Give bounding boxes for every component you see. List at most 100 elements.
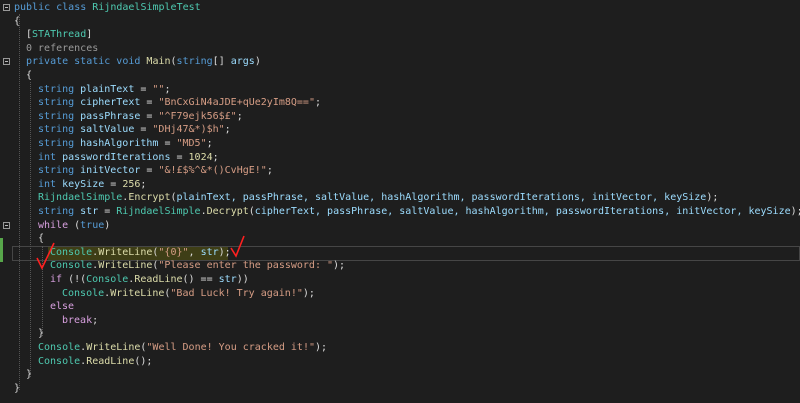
- code-token: }: [38, 328, 45, 340]
- collapse-toggle-icon[interactable]: [3, 4, 10, 11]
- code-token: =: [158, 138, 177, 149]
- code-line[interactable]: Console.WriteLine("Well Done! You cracke…: [0, 341, 800, 355]
- code-token: ,: [188, 246, 201, 258]
- code-line[interactable]: 0 references: [0, 42, 800, 56]
- code-line[interactable]: {: [0, 15, 800, 29]
- code-token: passwordIterations: [62, 151, 171, 163]
- code-token: }: [14, 382, 21, 394]
- code-line[interactable]: Console.ReadLine();: [0, 355, 800, 369]
- code-token: () ==: [182, 274, 219, 285]
- code-token: string: [38, 165, 81, 177]
- code-token: else: [50, 301, 75, 313]
- code-token: cipherText: [80, 97, 141, 109]
- code-text: Console.ReadLine();: [38, 355, 152, 369]
- code-text: string cipherText = "BnCxGiN4aJDE+qUe2yI…: [38, 96, 321, 110]
- code-token: RijndaelSimpleTest: [92, 2, 201, 13]
- code-token: int: [38, 151, 63, 163]
- code-token: plainText: [80, 83, 135, 95]
- code-token: args: [230, 56, 255, 68]
- code-token: plainText, passPhrase, saltValue, hashAl…: [176, 192, 707, 204]
- code-line[interactable]: else: [0, 300, 800, 314]
- code-token: Console: [50, 260, 93, 272]
- code-token: ;: [164, 83, 171, 95]
- codelens-references[interactable]: 0 references: [26, 42, 98, 56]
- code-line[interactable]: string hashAlgorithm = "MD5";: [0, 137, 800, 151]
- code-text: RijndaelSimple.Encrypt(plainText, passPh…: [38, 191, 718, 205]
- code-line[interactable]: }: [0, 327, 800, 341]
- code-token: string: [38, 110, 81, 122]
- code-line[interactable]: int keySize = 256;: [0, 178, 800, 192]
- code-token: string: [38, 83, 81, 95]
- code-line[interactable]: Console.WriteLine("Bad Luck! Try again!"…: [0, 287, 800, 301]
- code-editor[interactable]: public class RijndaelSimpleTest{[STAThre…: [0, 0, 800, 403]
- code-token: WriteLine: [86, 342, 141, 353]
- code-line[interactable]: while (true): [0, 219, 800, 233]
- code-token: "^F79ejk56$£": [158, 110, 237, 122]
- code-line[interactable]: string saltValue = "DHj47&*)$h";: [0, 123, 800, 137]
- code-text: break;: [62, 314, 98, 328]
- code-line[interactable]: string cipherText = "BnCxGiN4aJDE+qUe2yI…: [0, 96, 800, 110]
- code-token: =: [98, 206, 117, 217]
- code-token: ;: [314, 97, 322, 109]
- code-token: =: [140, 165, 159, 177]
- code-token: WriteLine: [110, 287, 165, 299]
- code-line[interactable]: Console.WriteLine("{0}", str);: [0, 246, 800, 260]
- code-token: );: [333, 260, 346, 272]
- code-token: );: [218, 246, 231, 258]
- code-line[interactable]: if (!(Console.ReadLine() == str)): [0, 273, 800, 287]
- code-token: ): [254, 56, 261, 68]
- code-token: str: [218, 274, 237, 285]
- code-text: Console.WriteLine("Bad Luck! Try again!"…: [62, 287, 315, 301]
- code-token: str: [80, 206, 99, 217]
- code-line[interactable]: string initVector = "&!£$%^&*()CvHgE!";: [0, 164, 800, 178]
- code-token: ;: [266, 165, 273, 177]
- code-line[interactable]: }: [0, 382, 800, 396]
- code-token: STAThread: [32, 29, 87, 41]
- code-token: );: [790, 206, 800, 217]
- code-line[interactable]: Console.WriteLine("Please enter the pass…: [0, 259, 800, 273]
- code-line[interactable]: {: [0, 69, 800, 83]
- collapse-toggle-icon[interactable]: [3, 58, 10, 66]
- code-line[interactable]: public class RijndaelSimpleTest: [0, 1, 800, 15]
- code-line[interactable]: string passPhrase = "^F79ejk56$£";: [0, 110, 800, 124]
- code-line[interactable]: string plainText = "";: [0, 83, 800, 97]
- code-token: (!(: [62, 274, 87, 285]
- code-token: Console: [38, 342, 81, 353]
- code-line[interactable]: [STAThread]: [0, 28, 800, 42]
- code-token: {: [14, 15, 21, 27]
- code-text: while (true): [38, 219, 110, 233]
- code-token: ;: [212, 151, 219, 163]
- code-token: ;: [224, 124, 231, 136]
- code-text: string str = RijndaelSimple.Decrypt(ciph…: [38, 205, 800, 219]
- code-text: if (!(Console.ReadLine() == str)): [50, 273, 249, 287]
- code-token: "": [152, 83, 165, 95]
- code-token: Decrypt: [206, 206, 249, 217]
- code-token: 256: [122, 178, 141, 190]
- code-token: []: [212, 56, 231, 68]
- code-token: string: [176, 56, 213, 68]
- code-token: "{0}": [158, 246, 189, 258]
- code-token: );: [706, 192, 719, 204]
- code-token: ): [104, 219, 111, 231]
- code-token: Encrypt: [128, 192, 171, 204]
- code-token: );: [314, 342, 328, 353]
- collapse-toggle-icon[interactable]: [3, 221, 10, 229]
- code-line[interactable]: }: [0, 368, 800, 382]
- code-line[interactable]: int passwordIterations = 1024;: [0, 151, 800, 165]
- code-token: "BnCxGiN4aJDE+qUe2yIm8Q==": [158, 97, 315, 109]
- code-token: WriteLine: [98, 246, 153, 258]
- code-token: ReadLine: [86, 355, 135, 367]
- code-line[interactable]: private static void Main(string[] args): [0, 55, 800, 69]
- code-text: else: [50, 300, 74, 314]
- code-token: =: [134, 124, 153, 136]
- code-line[interactable]: {: [0, 232, 800, 246]
- code-line[interactable]: string str = RijndaelSimple.Decrypt(ciph…: [0, 205, 800, 219]
- code-token: hashAlgorithm: [80, 138, 159, 149]
- code-token: ;: [236, 110, 243, 122]
- code-line[interactable]: break;: [0, 314, 800, 328]
- code-line[interactable]: RijndaelSimple.Encrypt(plainText, passPh…: [0, 191, 800, 205]
- code-token: );: [302, 287, 315, 299]
- code-token: string: [38, 97, 81, 109]
- code-token: "Bad Luck! Try again!": [170, 287, 303, 299]
- code-text: private static void Main(string[] args): [26, 55, 261, 69]
